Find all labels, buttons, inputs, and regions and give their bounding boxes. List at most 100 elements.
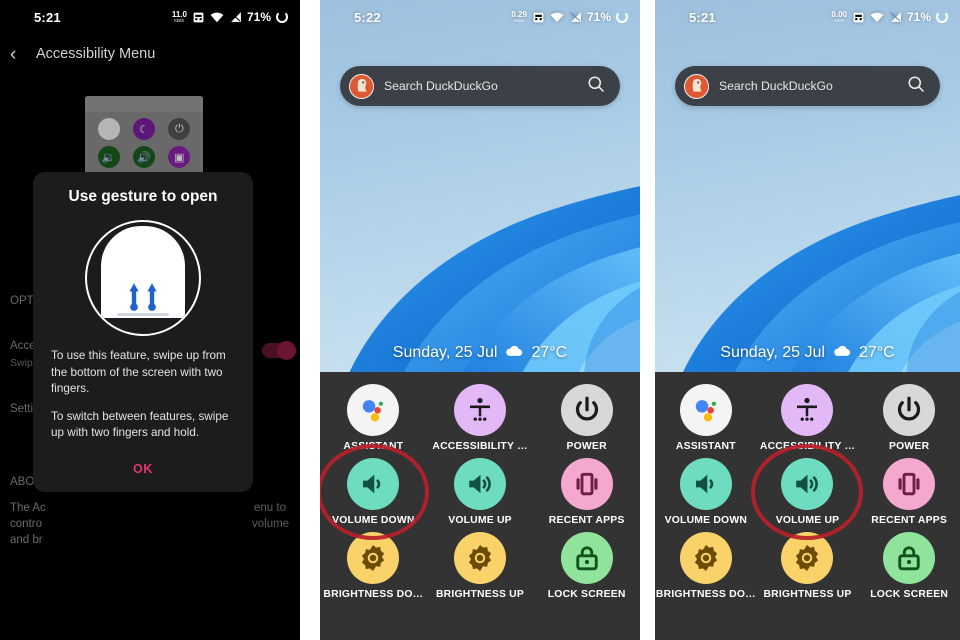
weather-widget[interactable]: Sunday, 25 Jul 27°C: [655, 344, 960, 362]
menu-item-recent-apps[interactable]: RECENT APPS: [858, 458, 960, 526]
menu-item-label: BRIGHTNESS UP: [435, 589, 525, 600]
status-bar: 5:21 11.0 KB/S 71%: [0, 0, 300, 34]
battery-ring-icon: [616, 11, 628, 23]
menu-item-label: POWER: [889, 441, 930, 452]
menu-item-label: VOLUME DOWN: [332, 515, 415, 526]
lock-icon: [560, 532, 613, 584]
assistant-icon: [347, 384, 400, 436]
menu-item-volume-down[interactable]: VOLUME DOWN: [655, 458, 757, 526]
menu-item-label: BRIGHTNESS DO…: [323, 589, 424, 600]
assistant-icon: [679, 384, 732, 436]
two-finger-swipe-up-icon: [85, 220, 201, 336]
about-right-fragment-1: enu to: [254, 502, 286, 514]
sim-card-icon: [852, 11, 865, 24]
menu-item-label: BRIGHTNESS DO…: [655, 589, 756, 600]
menu-item-label: VOLUME DOWN: [664, 515, 748, 526]
accessibility-icon: [781, 384, 834, 436]
preview-power-icon: ⏻: [168, 118, 191, 140]
recent-apps-icon: [883, 458, 936, 510]
menu-item-label: LOCK SCREEN: [870, 589, 949, 600]
search-icon[interactable]: [906, 74, 926, 99]
menu-item-volume-up[interactable]: VOLUME UP: [751, 444, 864, 540]
brightness-up-icon: [781, 532, 834, 584]
bloom-wallpaper-art: [683, 195, 960, 372]
search-icon[interactable]: [586, 74, 606, 99]
phone-panel-volume-up: Search DuckDuckGo Sunday, 25 Jul 27°C 5:…: [655, 0, 960, 640]
menu-item-brightness-up[interactable]: BRIGHTNESS UP: [757, 532, 859, 600]
page-title: Accessibility Menu: [36, 46, 156, 62]
wifi-icon: [550, 11, 564, 23]
menu-item-volume-up[interactable]: VOLUME UP: [427, 458, 534, 526]
menu-item-power[interactable]: POWER: [858, 384, 960, 452]
menu-item-lock-screen[interactable]: LOCK SCREEN: [858, 532, 960, 600]
lock-icon: [883, 532, 936, 584]
menu-item-accessibility[interactable]: ACCESSIBILITY …: [427, 384, 534, 452]
arrow-up-left-icon: [129, 283, 139, 311]
menu-item-label: ASSISTANT: [675, 441, 736, 452]
menu-item-accessibility[interactable]: ACCESSIBILITY …: [757, 384, 859, 452]
preview-accessibility-icon: ☾: [132, 118, 155, 140]
menu-item-label: ACCESSIBILITY …: [432, 441, 528, 452]
accessibility-icon: [453, 384, 506, 436]
ok-button[interactable]: OK: [133, 462, 153, 476]
status-icons: 11.0 KB/S 71%: [172, 10, 288, 24]
preview-recent-apps-icon: ▣: [168, 146, 191, 168]
accessibility-menu-tray: ASSISTANT ACCESSIBILITY … POWER VOLUME DOWN…: [655, 372, 960, 640]
preview-volume-down-icon: 🔉: [97, 146, 120, 168]
weather-temperature: 27°C: [531, 344, 568, 361]
menu-item-label: POWER: [566, 441, 607, 452]
weather-temperature: 27°C: [858, 344, 895, 361]
weather-date: Sunday, 25 Jul: [392, 344, 498, 361]
brightness-up-icon: [453, 532, 506, 584]
preview-volume-up-icon: 🔊: [132, 146, 155, 168]
volume-down-icon: [679, 458, 732, 510]
menu-item-brightness-do[interactable]: BRIGHTNESS DO…: [655, 532, 757, 600]
wallpaper: Search DuckDuckGo Sunday, 25 Jul 27°C: [320, 0, 640, 372]
status-icons: 0.00 KB/S 71%: [831, 10, 948, 24]
network-speed-unit: KB/S: [514, 17, 525, 23]
about-line-2: contro: [10, 518, 42, 530]
status-time: 5:21: [689, 9, 716, 25]
swipe-arrows: [129, 282, 158, 312]
home-screen: Search DuckDuckGo Sunday, 25 Jul 27°C 5:…: [655, 0, 960, 640]
power-icon: [883, 384, 936, 436]
search-bar[interactable]: Search DuckDuckGo: [340, 66, 620, 106]
cloud-icon: [832, 344, 852, 362]
menu-item-label: LOCK SCREEN: [547, 589, 626, 600]
weather-widget[interactable]: Sunday, 25 Jul 27°C: [320, 344, 640, 362]
duckduckgo-logo: [684, 73, 709, 99]
arrow-up-right-icon: [147, 283, 157, 311]
menu-item-lock-screen[interactable]: LOCK SCREEN: [533, 532, 640, 600]
brightness-down-icon: [347, 532, 400, 584]
menu-item-brightness-up[interactable]: BRIGHTNESS UP: [427, 532, 534, 600]
about-line-3: and br: [10, 534, 43, 546]
status-time: 5:21: [34, 9, 61, 25]
wifi-icon: [210, 11, 224, 23]
menu-item-assistant[interactable]: ASSISTANT: [655, 384, 757, 452]
accessibility-menu-preview: ☾ ⏻ 🔉 🔊 ▣: [85, 96, 203, 184]
cellular-signal-icon: [569, 11, 582, 23]
screenshot-stage: 5:21 11.0 KB/S 71% ‹ Accessibility Menu …: [0, 0, 960, 640]
menu-item-assistant[interactable]: ASSISTANT: [320, 384, 427, 452]
battery-percent: 71%: [586, 10, 611, 24]
cellular-signal-icon: [889, 11, 902, 23]
menu-item-volume-down[interactable]: VOLUME DOWN: [320, 444, 430, 540]
menu-item-power[interactable]: POWER: [533, 384, 640, 452]
accessibility-menu-toggle[interactable]: [262, 341, 296, 360]
menu-item-label: VOLUME UP: [448, 515, 512, 526]
battery-ring-icon: [936, 11, 948, 23]
dialog-illustration: [51, 220, 235, 336]
network-speed-unit: KB/S: [174, 17, 185, 23]
menu-item-brightness-do[interactable]: BRIGHTNESS DO…: [320, 532, 427, 600]
menu-item-label: BRIGHTNESS UP: [763, 589, 852, 600]
about-right-fragment-2: volume: [252, 518, 290, 530]
status-time: 5:22: [354, 9, 381, 25]
back-chevron-icon[interactable]: ‹: [10, 45, 30, 64]
wifi-icon: [870, 11, 884, 23]
menu-item-label: VOLUME UP: [775, 515, 840, 526]
battery-ring-icon: [276, 11, 288, 23]
about-line-1: The Ac: [10, 502, 46, 514]
search-bar[interactable]: Search DuckDuckGo: [675, 66, 940, 106]
menu-item-recent-apps[interactable]: RECENT APPS: [533, 458, 640, 526]
volume-up-icon: [781, 458, 834, 510]
